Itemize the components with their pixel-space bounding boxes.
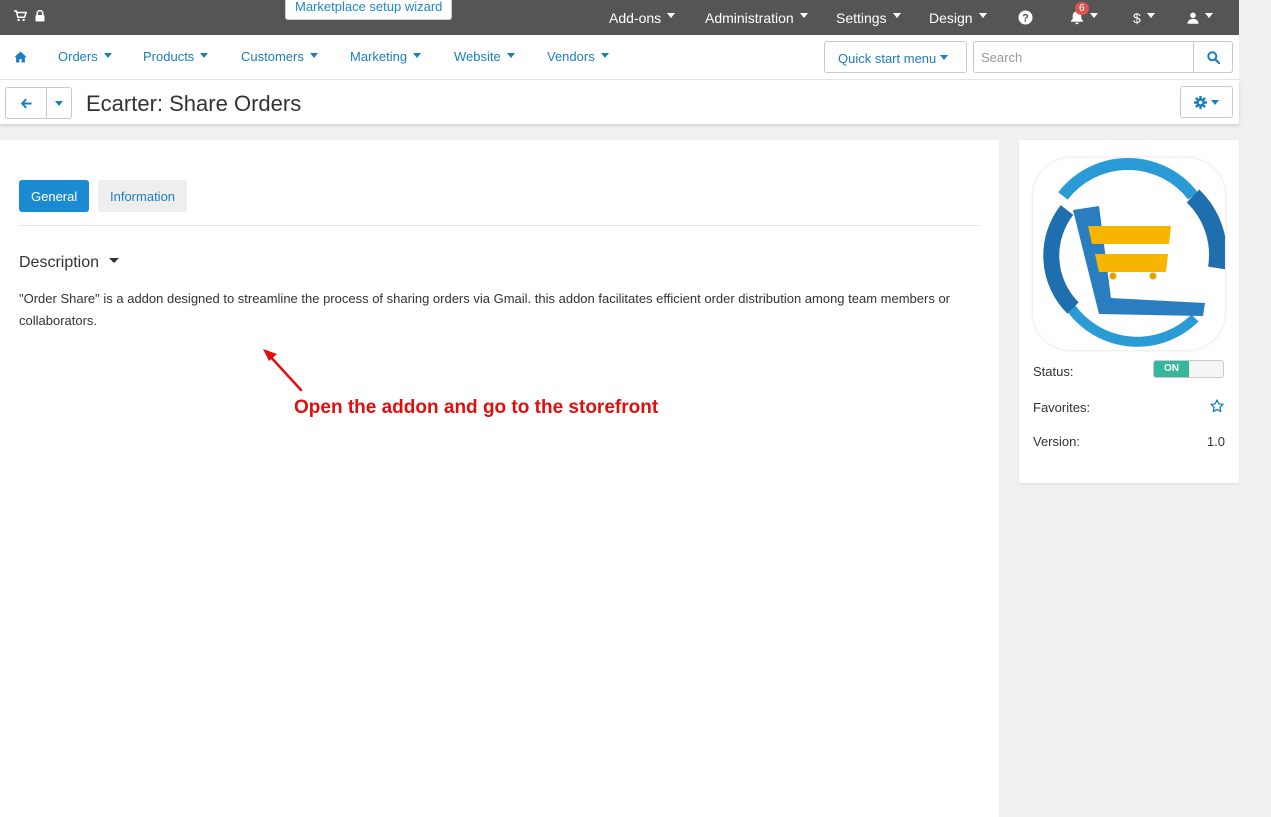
svg-text:?: ? [1022,13,1029,25]
chevron-down-icon [600,53,609,59]
nav-marketing-label: Marketing [350,49,408,64]
annotation-arrow [263,349,303,392]
addon-info-panel: Status: ON Favorites: Version: 1.0 [1019,140,1239,483]
tab-general[interactable]: General [19,180,90,212]
description-section-toggle[interactable]: Description [19,254,120,272]
menu-administration[interactable]: Administration [705,0,808,35]
menu-design[interactable]: Design [929,0,987,35]
chevron-down-icon [978,13,987,18]
chevron-down-icon [200,53,209,59]
nav-orders[interactable]: Orders [58,49,112,64]
chevron-down-icon [940,55,949,61]
top-bar: Marketplace setup wizard Add-ons Adminis… [0,0,1239,35]
page-title-bar: Ecarter: Share Orders [0,80,1239,124]
menu-add-ons[interactable]: Add-ons [609,0,676,35]
chevron-down-icon [103,53,112,59]
chevron-down-icon [667,13,676,18]
status-toggle-on: ON [1154,361,1189,377]
quick-start-menu-label: Quick start menu [838,51,937,66]
favorites-label: Favorites: [1033,400,1091,415]
version-value: 1.0 [1206,434,1225,449]
annotation-text: Open the addon and go to the storefront [294,397,659,418]
currency-label: $ [1133,9,1141,26]
gear-icon [1194,95,1207,109]
tab-information[interactable]: Information [98,180,188,212]
marketplace-setup-wizard-button[interactable]: Marketplace setup wizard [285,0,453,20]
version-label: Version: [1033,434,1080,449]
menu-administration-label: Administration [705,9,794,26]
chevron-down-icon [1090,13,1098,18]
status-toggle[interactable]: ON [1153,360,1224,378]
search-input[interactable] [973,41,1194,73]
main-content: General Information Description "Order S… [0,140,999,817]
nav-website[interactable]: Website [454,49,515,64]
nav-orders-label: Orders [58,49,98,64]
user-icon [1187,12,1199,24]
lock-icon[interactable] [35,9,45,25]
chevron-down-icon [55,100,63,106]
description-heading: Description [19,254,100,271]
nav-customers[interactable]: Customers [241,49,318,64]
chevron-down-icon [506,53,515,59]
currency-menu[interactable]: $ [1133,0,1155,35]
back-dropdown-button[interactable] [46,87,72,119]
menu-add-ons-label: Add-ons [609,9,662,26]
help-button[interactable]: ? [1018,0,1033,35]
star-icon[interactable] [1210,399,1224,416]
search-button[interactable] [1193,41,1233,73]
nav-vendors-label: Vendors [547,49,595,64]
home-icon[interactable] [14,51,27,66]
menu-settings[interactable]: Settings [836,0,901,35]
notifications-count-badge: 6 [1075,2,1089,15]
chevron-down-icon [413,53,422,59]
nav-products-label: Products [143,49,195,64]
cart-icon[interactable] [14,10,28,25]
menu-settings-label: Settings [836,9,887,26]
chevron-down-icon [1211,99,1219,105]
chevron-down-icon [799,13,808,18]
question-icon: ? [1018,10,1033,25]
settings-gear-button[interactable] [1180,86,1233,118]
chevron-down-icon [1146,13,1155,18]
nav-products[interactable]: Products [143,49,209,64]
addon-description: "Order Share" is a addon designed to str… [19,291,951,328]
status-label: Status: [1033,364,1074,379]
addon-logo [1033,158,1225,350]
chevron-down-icon [109,258,120,264]
nav-vendors[interactable]: Vendors [547,49,609,64]
search-icon [1206,50,1220,64]
back-arrow-icon [20,98,32,108]
nav-customers-label: Customers [241,49,304,64]
chevron-down-icon [892,13,901,18]
main-nav-bar: Orders Products Customers Marketing Webs… [0,35,1239,80]
back-button[interactable] [5,87,47,119]
top-left-icons [14,9,45,25]
tabs-divider [19,225,979,226]
page-title: Ecarter: Share Orders [86,91,302,116]
menu-design-label: Design [929,9,973,26]
chevron-down-icon [309,53,318,59]
nav-website-label: Website [454,49,501,64]
user-menu[interactable] [1187,0,1213,35]
chevron-down-icon [1205,13,1213,18]
nav-marketing[interactable]: Marketing [350,49,422,64]
quick-start-menu-button[interactable]: Quick start menu [824,41,967,73]
